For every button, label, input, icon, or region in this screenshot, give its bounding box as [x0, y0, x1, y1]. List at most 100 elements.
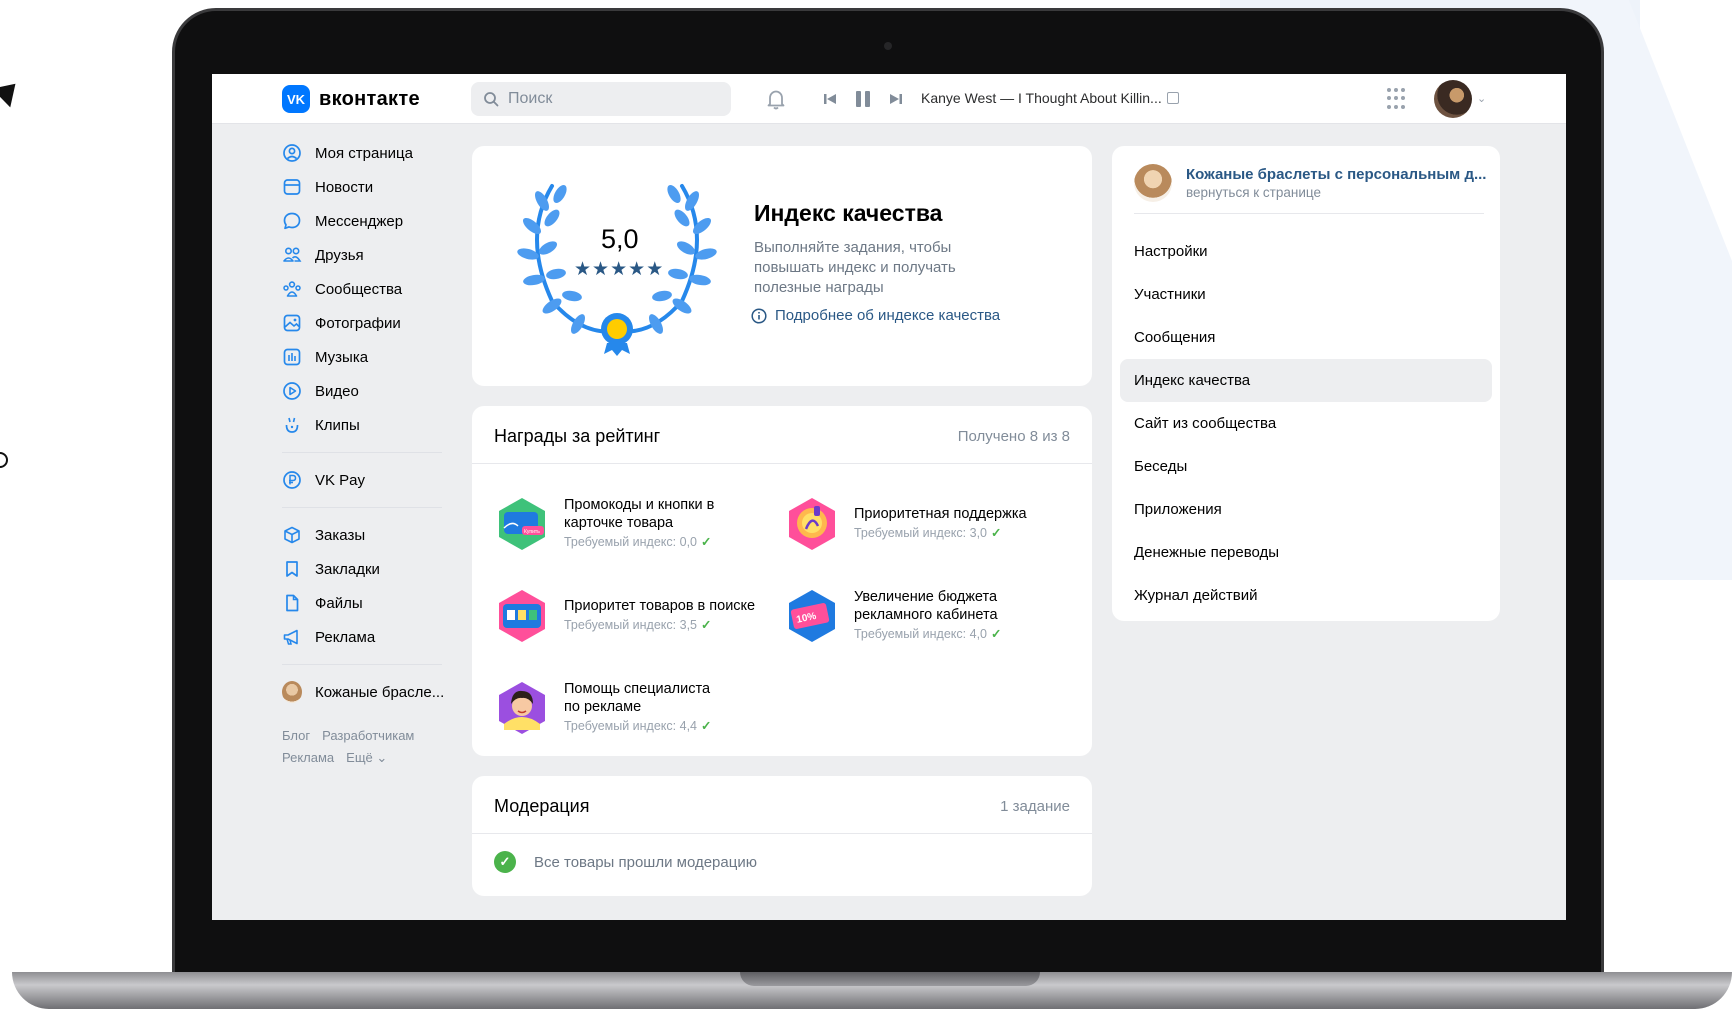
previous-track-icon[interactable] — [822, 91, 838, 107]
ad-budget-badge-icon: 10% — [789, 590, 835, 642]
nav-label: Реклама — [315, 628, 376, 646]
reward-item: Помощь специалиста по рекламе Требуемый … — [494, 680, 724, 736]
quality-index-title: Индекс качества — [754, 200, 943, 226]
file-icon — [282, 593, 302, 613]
star-icon: ★ — [592, 259, 611, 280]
menu-item-messages[interactable]: Сообщения — [1120, 316, 1492, 359]
nav-label: Музыка — [315, 348, 369, 366]
search-input[interactable]: Поиск — [471, 82, 731, 116]
apps-menu-icon[interactable] — [1387, 88, 1409, 110]
star-icon: ★ — [574, 259, 593, 280]
nav-item-clips[interactable]: Клипы — [282, 408, 442, 442]
reward-requirement: Требуемый индекс: 3,0 — [854, 526, 987, 540]
search-icon — [484, 92, 499, 107]
video-icon — [282, 381, 302, 401]
check-circle-icon: ✓ — [494, 851, 516, 873]
reward-badge-text: Купить — [524, 529, 540, 535]
screen: VK вконтакте Поиск Kanye West — I Though… — [212, 74, 1566, 920]
nav-item-video[interactable]: Видео — [282, 374, 442, 408]
menu-item-money-transfers[interactable]: Денежные переводы — [1120, 531, 1492, 574]
star-icon: ★ — [610, 259, 629, 280]
community-avatar — [1134, 163, 1172, 202]
nav-divider — [282, 507, 442, 508]
menu-item-apps[interactable]: Приложения — [1120, 488, 1492, 531]
nav-item-communities[interactable]: Сообщества — [282, 272, 442, 306]
nav-item-friends[interactable]: Друзья — [282, 238, 442, 272]
nav-label: Клипы — [315, 416, 360, 434]
logo-text: вконтакте — [319, 87, 420, 110]
nav-item-community[interactable]: Кожаные брасле... — [282, 675, 444, 709]
community-menu-list: Настройки Участники Сообщения Индекс кач… — [1120, 230, 1492, 617]
chevron-down-icon[interactable]: ⌄ — [1477, 92, 1486, 105]
footer-link-blog[interactable]: Блог — [282, 728, 310, 743]
quality-index-description: Выполняйте задания, чтобы повышать индек… — [754, 239, 956, 296]
now-playing-track[interactable]: Kanye West — I Thought About Killin... — [921, 90, 1179, 106]
rewards-count: Получено 8 из 8 — [957, 428, 1070, 445]
check-icon: ✓ — [991, 526, 1002, 540]
footer-link-more[interactable]: Ещё ⌄ — [346, 750, 387, 765]
footer-link-developers[interactable]: Разработчикам — [322, 728, 414, 743]
ad-specialist-badge-icon — [499, 682, 545, 734]
nav-item-ads[interactable]: Реклама — [282, 620, 442, 654]
priority-support-badge-icon — [789, 498, 835, 550]
stage: VK вконтакте Поиск Kanye West — I Though… — [0, 0, 1732, 1009]
reward-title: Приоритет товаров в поиске — [564, 598, 756, 614]
next-track-icon[interactable] — [888, 91, 904, 107]
check-icon: ✓ — [701, 618, 712, 632]
nav-label: VK Pay — [315, 471, 366, 489]
top-header: VK вконтакте Поиск Kanye West — I Though… — [212, 74, 1566, 124]
clips-icon — [282, 415, 302, 435]
nav-item-messenger[interactable]: Мессенджер — [282, 204, 442, 238]
nav-item-files[interactable]: Файлы — [282, 586, 442, 620]
menu-item-members[interactable]: Участники — [1120, 273, 1492, 316]
community-name[interactable]: Кожаные браслеты с персональным д... — [1186, 166, 1486, 183]
back-to-page-link[interactable]: вернуться к странице — [1186, 185, 1486, 200]
star-icon: ★ — [646, 259, 665, 280]
nav-divider — [282, 452, 442, 453]
reward-item: Приоритет товаров в поиске Требуемый инд… — [494, 588, 755, 644]
laptop-notch — [740, 972, 1040, 986]
rewards-card-header: Награды за рейтинг Получено 8 из 8 — [472, 406, 1092, 464]
quality-index-link-text: Подробнее об индексе качества — [775, 307, 1001, 324]
nav-item-orders[interactable]: Заказы — [282, 518, 442, 552]
nav-item-vk-pay[interactable]: VK Pay — [282, 463, 442, 497]
footer-link-ads[interactable]: Реклама — [282, 750, 334, 765]
menu-item-chats[interactable]: Беседы — [1120, 445, 1492, 488]
bell-icon[interactable] — [764, 87, 788, 111]
community-menu-card: Кожаные браслеты с персональным д... вер… — [1112, 146, 1500, 621]
menu-item-action-log[interactable]: Журнал действий — [1120, 574, 1492, 617]
nav-item-photos[interactable]: Фотографии — [282, 306, 442, 340]
nav-item-bookmarks[interactable]: Закладки — [282, 552, 442, 586]
moderation-status: Все товары прошли модерацию — [534, 853, 757, 871]
nav-item-my-page[interactable]: Моя страница — [282, 136, 442, 170]
community-avatar — [282, 681, 302, 703]
nav-label: Фотографии — [315, 314, 401, 332]
communities-icon — [282, 279, 302, 299]
community-header[interactable]: Кожаные браслеты с персональным д... вер… — [1134, 162, 1486, 214]
photo-icon — [282, 313, 302, 333]
reward-requirement: Требуемый индекс: 4,4 — [564, 719, 697, 733]
camera-icon — [884, 42, 892, 50]
quality-index-more-link[interactable]: Подробнее об индексе качества — [751, 307, 1000, 324]
nav-divider — [282, 664, 442, 665]
reward-title: Приоритетная поддержка — [854, 506, 1027, 522]
check-icon: ✓ — [991, 627, 1002, 641]
message-icon — [282, 211, 302, 231]
menu-item-quality-index[interactable]: Индекс качества — [1120, 359, 1492, 402]
star-icon: ★ — [628, 259, 647, 280]
vk-logo[interactable]: VK вконтакте — [282, 85, 420, 113]
moderation-title: Модерация — [494, 796, 590, 816]
nav-item-news[interactable]: Новости — [282, 170, 442, 204]
menu-item-community-site[interactable]: Сайт из сообщества — [1120, 402, 1492, 445]
lyrics-icon[interactable] — [1166, 92, 1179, 104]
megaphone-icon — [282, 627, 302, 647]
reward-item: 10% Увеличение бюджета рекламного кабине… — [784, 588, 1024, 644]
reward-item: Приоритетная поддержка Требуемый индекс:… — [784, 496, 1027, 552]
rewards-card: Награды за рейтинг Получено 8 из 8 Купит… — [472, 406, 1092, 756]
box-icon — [282, 525, 302, 545]
nav-item-music[interactable]: Музыка — [282, 340, 442, 374]
profile-avatar[interactable] — [1434, 80, 1472, 118]
nav-label: Закладки — [315, 560, 380, 578]
menu-item-settings[interactable]: Настройки — [1120, 230, 1492, 273]
pause-icon[interactable] — [854, 89, 872, 109]
